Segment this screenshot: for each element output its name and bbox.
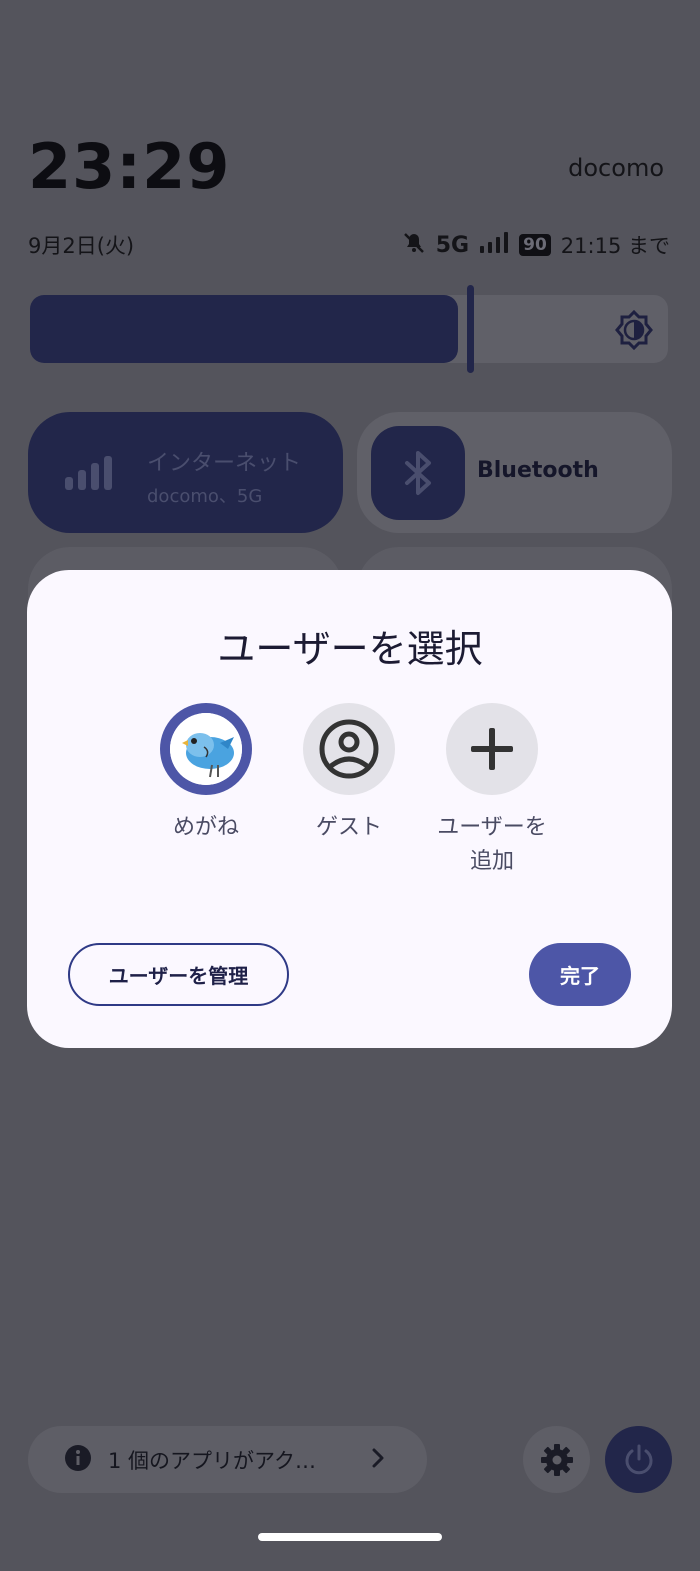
add-user-avatar[interactable]: [446, 703, 538, 795]
brightness-icon: [614, 309, 654, 351]
account-circle-icon: [319, 719, 379, 779]
user-avatar-selected[interactable]: [160, 703, 252, 795]
signal-icon: [479, 231, 509, 259]
user-label-guest: ゲスト: [315, 815, 382, 840]
home-indicator[interactable]: [258, 1533, 442, 1541]
user-megane[interactable]: めがね: [136, 703, 276, 845]
cellular-signal-icon: [64, 455, 114, 495]
user-label-megane: めがね: [172, 815, 239, 840]
chevron-right-icon: [371, 1447, 385, 1473]
add-user[interactable]: ユーザーを 追加: [422, 703, 562, 879]
add-user-label-line2: 追加: [469, 849, 514, 874]
dialog-title: ユーザーを選択: [217, 627, 483, 671]
mute-icon: [402, 231, 426, 260]
brightness-slider-handle[interactable]: [467, 285, 474, 373]
add-user-label-line1: ユーザーを: [437, 815, 547, 840]
add-user-label: ユーザーを 追加: [422, 811, 562, 879]
active-apps-text: 1 個のアプリがアク…: [108, 1448, 316, 1473]
power-button[interactable]: [605, 1426, 672, 1493]
power-icon: [625, 1444, 652, 1474]
network-type: 5G: [435, 232, 470, 258]
alarm-text: 21:15 まで: [560, 234, 670, 258]
internet-tile-subtitle: docomo、5G: [147, 486, 263, 507]
active-apps-pill[interactable]: 1 個のアプリがアク…: [28, 1426, 427, 1493]
settings-button[interactable]: [523, 1426, 590, 1493]
manage-users-button[interactable]: ユーザーを管理: [68, 943, 289, 1006]
status-icons-row: 5G 90 21:15 まで: [402, 230, 670, 260]
info-icon: [64, 1444, 92, 1476]
bird-avatar-icon: [170, 713, 242, 785]
bluetooth-icon: [371, 426, 465, 520]
brightness-slider-fill[interactable]: [30, 295, 458, 363]
gear-icon: [540, 1443, 573, 1476]
done-button[interactable]: 完了: [529, 943, 631, 1006]
guest-avatar[interactable]: [303, 703, 395, 795]
user-guest[interactable]: ゲスト: [279, 703, 419, 845]
internet-tile-title: インターネット: [147, 451, 302, 476]
carrier-name: docomo: [568, 154, 664, 182]
clock: 23:29: [28, 130, 231, 203]
battery-indicator: 90: [519, 234, 551, 256]
plus-icon: [471, 728, 513, 770]
date: 9月2日(火): [28, 234, 135, 258]
bluetooth-tile-label: Bluetooth: [477, 458, 599, 483]
